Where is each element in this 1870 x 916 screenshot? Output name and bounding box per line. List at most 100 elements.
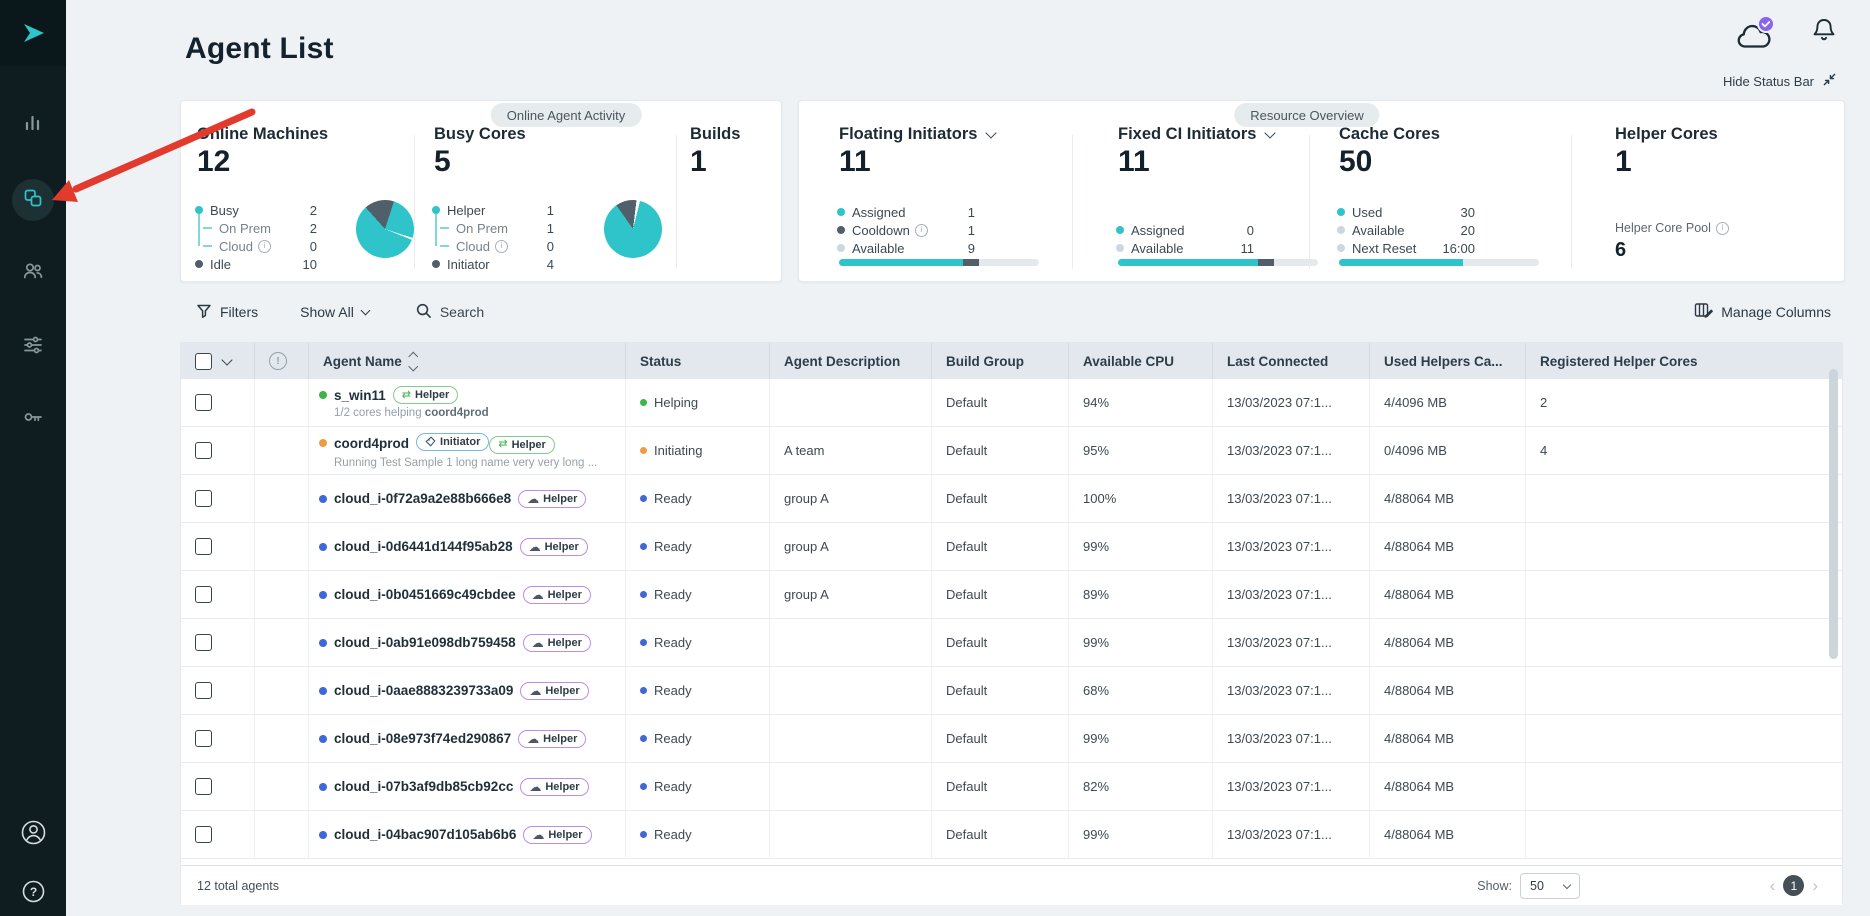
agent-description-cell [770,811,932,858]
table-row[interactable]: coord4prod Initiator⇄Helper Running Test… [181,427,1842,475]
agent-name: cloud_i-0ab91e098db759458 [334,635,516,650]
sidebar-item-settings[interactable] [0,324,66,370]
row-select-cell [181,523,255,570]
agent-description-cell [770,667,932,714]
collapse-icon [1822,72,1837,90]
table-row[interactable]: cloud_i-04bac907d105ab6b6 ☁Helper Ready … [181,811,1842,859]
resource-overview-card: Resource Overview Floating Initiators 11… [798,100,1845,282]
sidebar-item-account[interactable] [0,812,66,858]
agent-state-dot [319,639,327,647]
row-select-cell [181,619,255,666]
agent-name: coord4prod [334,436,409,451]
row-checkbox[interactable] [195,442,212,459]
floating-initiators-legend: Assigned1 Cooldown1 Available9 [837,203,975,257]
last-connected-cell: 13/03/2023 07:1... [1213,619,1370,666]
sidebar-item-users[interactable] [0,250,66,296]
header-last-connected[interactable]: Last Connected [1213,343,1370,379]
row-select-cell [181,427,255,474]
filter-funnel-icon [196,303,212,322]
header-alert-cell: ! [255,343,309,379]
sidebar-item-analytics[interactable] [0,102,66,148]
registered-cores-cell [1526,763,1842,810]
table-row[interactable]: cloud_i-0ab91e098db759458 ☁Helper Ready … [181,619,1842,667]
vertical-scrollbar[interactable] [1829,369,1838,659]
header-select-cell [181,343,255,379]
header-agent-name[interactable]: Agent Name [309,343,626,379]
app-logo-icon[interactable] [0,0,66,66]
row-checkbox[interactable] [195,394,212,411]
table-row[interactable]: cloud_i-0aae8883239733a09 ☁Helper Ready … [181,667,1842,715]
table-row[interactable]: cloud_i-08e973f74ed290867 ☁Helper Ready … [181,715,1842,763]
status-label: Ready [654,635,692,650]
divider [414,135,415,269]
row-checkbox[interactable] [195,682,212,699]
sidebar-item-agents[interactable] [0,177,66,223]
badge-cloud: ☁Helper [520,778,588,796]
row-checkbox[interactable] [195,538,212,555]
table-row[interactable]: cloud_i-0f72a9a2e88b666e8 ☁Helper Ready … [181,475,1842,523]
last-connected-cell: 13/03/2023 07:1... [1213,667,1370,714]
show-all-dropdown[interactable]: Show All [300,304,369,320]
manage-columns-icon [1694,301,1713,323]
table-row[interactable]: cloud_i-07b3af9db85cb92cc ☁Helper Ready … [181,763,1842,811]
agent-description-cell [770,763,932,810]
row-checkbox[interactable] [195,634,212,651]
row-checkbox[interactable] [195,730,212,747]
used-helpers-cell: 4/88064 MB [1370,715,1526,762]
agent-name: s_win11 [334,388,386,403]
row-checkbox[interactable] [195,490,212,507]
online-agent-activity-card: Online Agent Activity Online Machines 12… [180,100,782,282]
select-all-checkbox[interactable] [195,353,212,370]
header-used-helpers[interactable]: Used Helpers Ca... [1370,343,1526,379]
next-page-button[interactable]: › [1812,877,1818,894]
row-checkbox[interactable] [195,826,212,843]
row-checkbox[interactable] [195,778,212,795]
header-build-group[interactable]: Build Group [932,343,1069,379]
hide-status-bar-button[interactable]: Hide Status Bar [1723,72,1837,90]
last-connected-cell: 13/03/2023 07:1... [1213,427,1370,474]
total-agents-label: 12 total agents [197,879,279,893]
filters-button[interactable]: Filters [196,303,258,322]
notifications-bell-icon[interactable] [1810,16,1838,51]
table-row[interactable]: cloud_i-0d6441d144f95ab28 ☁Helper Ready … [181,523,1842,571]
table-row[interactable]: s_win11 ⇄Helper 1/2 cores helping coord4… [181,379,1842,427]
agent-state-dot [319,439,327,447]
helper-cores-title: Helper Cores [1615,125,1718,144]
online-machines-legend: Busy2 On Prem2 Cloud0 Idle10 [195,201,317,273]
helper-core-pool-value: 6 [1615,239,1626,262]
cloud-icon: ☁ [527,733,539,745]
sidebar-item-license[interactable] [0,396,66,442]
agent-name-cell: cloud_i-0d6441d144f95ab28 ☁Helper [309,523,626,570]
current-page-button[interactable]: 1 [1783,875,1804,896]
agent-badges: ☁Helper [520,538,588,556]
manage-columns-button[interactable]: Manage Columns [1694,301,1831,323]
sidebar-item-help[interactable]: ? [0,871,66,916]
table-row[interactable]: cloud_i-0b0451669c49cbdee ☁Helper Ready … [181,571,1842,619]
hide-status-bar-label: Hide Status Bar [1723,74,1814,89]
prev-page-button[interactable]: ‹ [1770,877,1776,894]
cloud-icon: ☁ [527,493,539,505]
sort-icon[interactable] [410,353,417,369]
cloud-status-icon[interactable] [1732,14,1778,56]
header-agent-description[interactable]: Agent Description [770,343,932,379]
row-alert-cell [255,619,309,666]
bulk-select-chevron-icon[interactable] [221,354,232,365]
status-cell: Ready [626,763,770,810]
row-select-cell [181,811,255,858]
build-group-cell: Default [932,475,1069,522]
header-registered-helper-cores[interactable]: Registered Helper Cores [1526,343,1842,379]
info-icon [258,240,271,253]
floating-initiators-title[interactable]: Floating Initiators [839,125,995,144]
page-size-select[interactable]: 50 [1520,873,1580,899]
info-icon [915,224,928,237]
fixed-ci-initiators-title[interactable]: Fixed CI Initiators [1118,125,1274,144]
header-available-cpu[interactable]: Available CPU [1069,343,1213,379]
used-helpers-cell: 4/88064 MB [1370,523,1526,570]
agent-name: cloud_i-0d6441d144f95ab28 [334,539,513,554]
search-button[interactable]: Search [415,302,484,322]
registered-cores-cell: 2 [1526,379,1842,426]
header-status[interactable]: Status [626,343,770,379]
available-cpu-cell: 99% [1069,811,1213,858]
row-checkbox[interactable] [195,586,212,603]
initiator-tag-icon [425,436,436,447]
